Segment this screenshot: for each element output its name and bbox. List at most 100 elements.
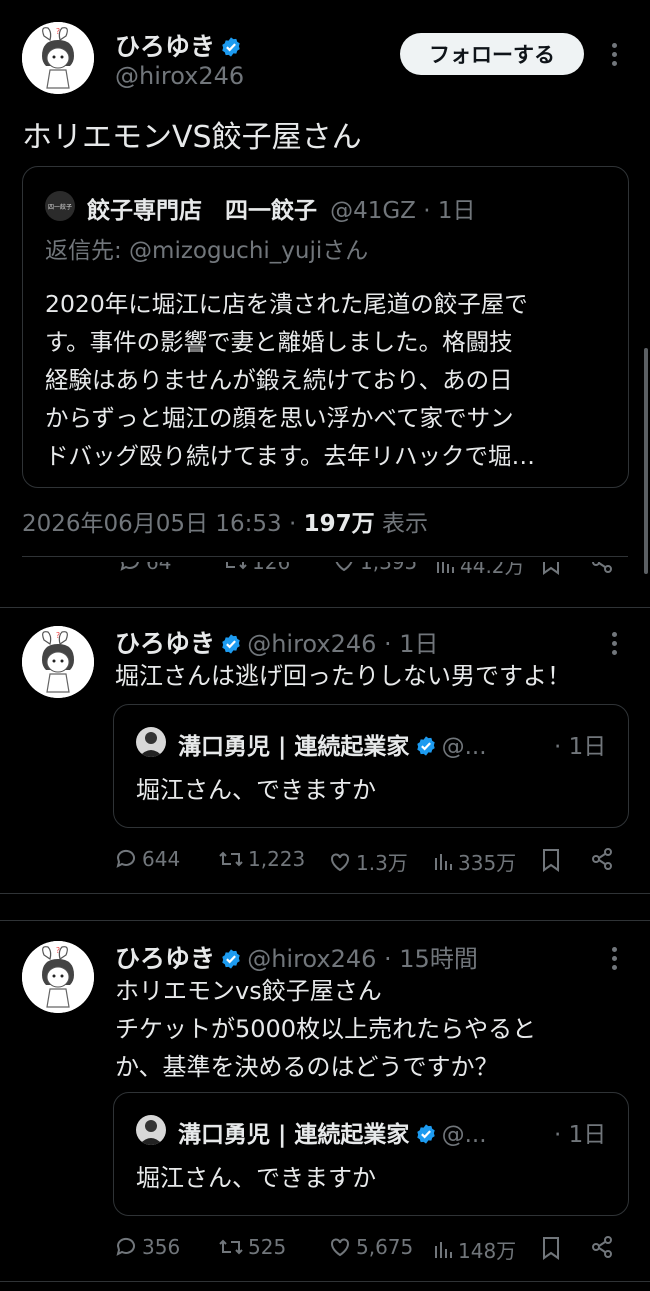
avatar-image (22, 626, 94, 698)
quoted-tweet[interactable]: 溝口勇児 | 連続起業家 @... · 1日 堀江さん、できますか (113, 1092, 629, 1216)
views-button[interactable]: 335万 (432, 847, 516, 876)
quote-text: 堀江さん、できますか (136, 776, 376, 804)
heart-icon (331, 853, 349, 871)
avatar[interactable] (22, 22, 94, 94)
like-button[interactable]: 5,675 (328, 1235, 413, 1259)
bookmark-button[interactable] (540, 1235, 562, 1261)
quoted-tweet[interactable]: 四一餃子 餃子専門店 四一餃子 @41GZ · 1日 返信先: @mizoguc… (22, 166, 629, 488)
quoted-tweet[interactable]: 溝口勇児 | 連続起業家 @... · 1日 堀江さん、できますか (113, 704, 629, 828)
share-icon (592, 562, 612, 573)
share-button[interactable] (590, 847, 614, 871)
avatar[interactable] (22, 626, 94, 698)
quote-handle: @... (441, 734, 487, 760)
quote-text: 2020年に堀江に店を潰された尾道の餃子屋で す。事件の影響で妻と離婚しました。… (45, 285, 615, 475)
reply2-actions-bar: 356 525 5,675 148万 (0, 1233, 650, 1265)
quote-avatar: 四一餃子 (45, 191, 75, 221)
quote-handle: @41GZ (330, 198, 416, 224)
share-icon (592, 848, 612, 870)
share-button[interactable] (590, 562, 614, 574)
quote-text: 堀江さん、できますか (136, 1164, 376, 1192)
quote-text-line: 経験はありませんが鍛え続けており、あの日 (45, 366, 513, 394)
timestamp-row: 2026年06月05日 16:53 · 197万 表示 (22, 511, 428, 537)
scrollbar-thumb[interactable] (644, 348, 648, 574)
timestamp[interactable]: 2026年06月05日 16:53 (22, 511, 282, 537)
retweet-button[interactable]: 525 (218, 1235, 286, 1259)
person-avatar-image (139, 1120, 163, 1145)
divider (0, 607, 650, 608)
tweet-text-line: ホリエモンvs餃子屋さん (115, 977, 382, 1005)
follow-button[interactable]: フォローする (400, 33, 584, 75)
handle[interactable]: @hirox246 (247, 945, 376, 973)
avatar-image (22, 22, 94, 94)
tweet-text-line: か、基準を決めるのはどうですか？ (115, 1053, 499, 1081)
quote-display-name: 餃子専門店 四一餃子 (87, 198, 317, 224)
author-name-row[interactable]: ひろゆき (115, 27, 242, 63)
display-name[interactable]: ひろゆき (115, 629, 215, 658)
bookmark-icon (543, 562, 559, 575)
verified-badge-icon (415, 735, 437, 757)
bookmark-icon (543, 849, 559, 872)
reply-icon (116, 849, 135, 868)
avatar[interactable] (22, 941, 94, 1013)
quote-avatar-logo: 四一餃子 (47, 203, 72, 211)
bookmark-button[interactable] (540, 847, 562, 873)
reply-button[interactable]: 64 (118, 562, 171, 574)
share-icon (592, 1236, 612, 1258)
quote-text-line: からずっと堀江の顔を思い浮かべて家でサン (45, 404, 514, 432)
reply-icon (116, 1237, 135, 1256)
reply1-header: ひろゆき @hirox246 · 1日 (115, 629, 439, 658)
more-options-icon[interactable] (610, 947, 618, 974)
main-actions-bar: 64 126 1,395 44.2万 (0, 562, 650, 582)
quote-time: 1日 (568, 1122, 607, 1148)
quote-handle: @... (441, 1122, 487, 1148)
handle[interactable]: @hirox246 (247, 630, 376, 658)
quote-avatar (136, 1115, 166, 1145)
verified-badge-icon (220, 633, 242, 655)
retweet-icon (226, 562, 247, 570)
share-button[interactable] (590, 1235, 614, 1259)
person-avatar-image (139, 732, 163, 757)
display-name[interactable]: ひろゆき (115, 944, 215, 973)
like-count: 5,675 (356, 1235, 414, 1259)
quote-time-wrap: · 1日 (554, 734, 607, 760)
views-count: 335万 (458, 851, 517, 875)
reply-button[interactable]: 644 (114, 847, 180, 871)
quote-avatar (136, 727, 166, 757)
quote-display-name: 溝口勇児 | 連続起業家 (178, 734, 410, 760)
views-button[interactable]: 148万 (432, 1235, 516, 1264)
retweet-count: 525 (248, 1235, 287, 1259)
views-icon (435, 853, 452, 870)
retweet-icon (219, 851, 243, 867)
avatar-image (22, 941, 94, 1013)
quote-text-line: す。事件の影響で妻と離婚しました。格闘技 (45, 328, 513, 356)
retweet-button[interactable]: 1,223 (218, 847, 305, 871)
reply-to[interactable]: 返信先: @mizoguchi_yujiさん (45, 231, 368, 265)
follow-button-label: フォローする (429, 43, 555, 67)
display-name[interactable]: ひろゆき (115, 32, 215, 61)
retweet-count: 1,223 (248, 847, 306, 871)
like-button[interactable]: 1,395 (332, 562, 417, 574)
like-button[interactable]: 1.3万 (328, 847, 408, 876)
tweet-time[interactable]: 1日 (399, 630, 438, 658)
views-icon (437, 562, 454, 573)
retweet-button[interactable]: 126 (222, 562, 290, 574)
retweet-icon (219, 1239, 243, 1255)
tweet-time[interactable]: 15時間 (399, 945, 478, 973)
reply-button[interactable]: 356 (114, 1235, 180, 1259)
quote-display-name: 溝口勇児 | 連続起業家 (178, 1122, 410, 1148)
bookmark-button[interactable] (540, 562, 562, 576)
more-options-icon[interactable] (610, 632, 618, 659)
more-options-icon[interactable] (610, 43, 618, 70)
bookmark-icon (543, 1237, 559, 1260)
tweet-text: 堀江さんは逃げ回ったりしない男ですよ！ (115, 662, 571, 690)
views-icon (435, 1241, 452, 1258)
quote-header: 溝口勇児 | 連続起業家 @... (178, 1115, 487, 1149)
handle[interactable]: @hirox246 (115, 62, 244, 90)
reply1-actions-bar: 644 1,223 1.3万 335万 (0, 845, 650, 877)
view-count: 197万 (303, 511, 375, 537)
verified-badge-icon (220, 36, 242, 58)
quote-header: 餃子専門店 四一餃子 @41GZ · 1日 (87, 198, 476, 224)
reply-icon (120, 562, 139, 571)
views-button[interactable]: 44.2万 (434, 562, 525, 579)
verified-badge-icon (220, 948, 242, 970)
